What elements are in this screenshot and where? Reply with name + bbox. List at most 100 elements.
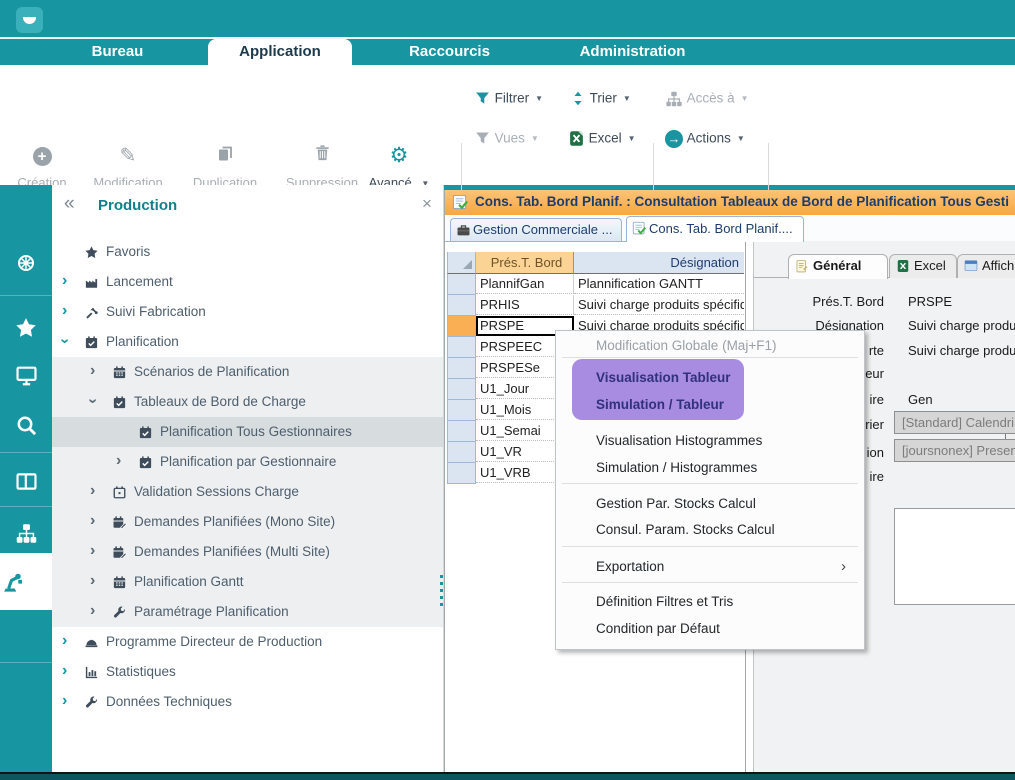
sidebar-item-suivi-fabrication[interactable]: › Suivi Fabrication [52, 297, 443, 327]
tab-gestion-commerciale[interactable]: Gestion Commerciale ... [450, 218, 622, 241]
menu-item-exportation[interactable]: Exportation [596, 558, 846, 576]
chevron-right-icon[interactable]: › [62, 662, 67, 680]
commentaire-textarea[interactable] [894, 508, 1015, 605]
tab-general[interactable]: Général [788, 254, 888, 279]
row-selector[interactable] [447, 274, 476, 295]
search-icon[interactable] [0, 403, 52, 447]
sidebar-item-demandes-planifiees-multi-site[interactable]: › Demandes Planifiées (Multi Site) [52, 537, 443, 567]
acces-a-button[interactable]: Accès à▼ [665, 88, 749, 108]
column-header-designation[interactable]: Désignation [574, 252, 744, 274]
sidebar-item-planification[interactable]: › Planification [52, 327, 443, 357]
ribbon-tab-application[interactable]: Application [208, 39, 352, 65]
menu-item-definition-filtres-tris[interactable]: Définition Filtres et Tris [596, 593, 846, 611]
menu-item-gestion-par-stocks-calcul[interactable]: Gestion Par. Stocks Calcul [596, 495, 846, 513]
chevron-right-icon[interactable]: › [62, 692, 67, 710]
tab-cons-tab-bord-planif[interactable]: Cons. Tab. Bord Planif.... [626, 216, 804, 242]
document-title: Cons. Tab. Bord Planif. : Consultation T… [475, 194, 1009, 209]
chevron-right-icon[interactable]: › [62, 302, 67, 320]
favorites-star-icon[interactable] [0, 305, 52, 349]
menu-separator [562, 357, 858, 358]
calendrier-input[interactable]: [Standard] Calendri [894, 411, 1015, 434]
app-logo-icon[interactable] [16, 7, 43, 33]
sidebar-item-validation-sessions-charge[interactable]: › Validation Sessions Charge [52, 477, 443, 507]
row-selector[interactable] [447, 295, 476, 316]
trier-button[interactable]: Trier▼ [570, 88, 631, 108]
gear-icon: ⚙ [360, 143, 438, 169]
dropdown-arrow-icon: ▼ [623, 94, 631, 103]
filtrer-button[interactable]: Filtrer▼ [474, 88, 543, 108]
chevron-right-icon[interactable]: › [90, 482, 95, 500]
vues-button[interactable]: Vues▼ [474, 128, 539, 148]
context-menu: Modification Globale (Maj+F1) Visualisat… [555, 330, 865, 650]
sidebar-item-tableaux-bord-charge[interactable]: › Tableaux de Bord de Charge [52, 387, 443, 417]
select-all-triangle-icon [463, 260, 472, 269]
chevron-right-icon[interactable]: › [90, 542, 95, 560]
row-selector[interactable] [447, 358, 476, 379]
ribbon-tab-raccourcis[interactable]: Raccourcis [392, 39, 507, 65]
production-module-tile[interactable] [0, 553, 52, 610]
chevron-right-icon[interactable]: › [62, 632, 67, 650]
row-selector[interactable] [447, 463, 476, 484]
field-value-designation-courte: Suivi charge produi [908, 343, 1015, 358]
sidebar-item-statistiques[interactable]: › Statistiques [52, 657, 443, 687]
ribbon-tab-administration[interactable]: Administration [560, 39, 705, 65]
ribbon-body: + Création ✎ Modification Duplication Su… [0, 65, 1015, 185]
menu-item-visualisation-histogrammes[interactable]: Visualisation Histogrammes [596, 432, 846, 450]
close-panel-icon[interactable]: × [422, 194, 432, 214]
tab-excel[interactable]: Excel [889, 254, 957, 278]
excel-icon [896, 259, 910, 273]
menu-item-visualisation-tableur[interactable]: Visualisation Tableur [596, 369, 846, 387]
row-selector[interactable] [447, 379, 476, 400]
panel-splitter-handle[interactable] [440, 575, 443, 607]
sidebar-item-favoris[interactable]: Favoris [52, 237, 443, 267]
menu-item-simulation-histogrammes[interactable]: Simulation / Histogrammes [596, 459, 846, 477]
dropdown-arrow-icon: ▼ [741, 94, 749, 103]
arrow-circle-icon: → [665, 130, 683, 148]
sitemap-icon[interactable] [0, 511, 52, 555]
field-value-pres-t-bord: PRSPE [908, 294, 1015, 309]
submenu-arrow-icon: › [841, 558, 846, 575]
ribbon-tab-bureau[interactable]: Bureau [60, 39, 175, 65]
sidebar-item-scenarios-planification[interactable]: › Scénarios de Planification [52, 357, 443, 387]
sidebar-item-demandes-planifiees-mono-site[interactable]: › Demandes Planifiées (Mono Site) [52, 507, 443, 537]
row-selector[interactable] [447, 337, 476, 358]
sidebar-item-planification-gantt[interactable]: › Planification Gantt [52, 567, 443, 597]
chevron-right-icon[interactable]: › [90, 512, 95, 530]
menu-item-condition-par-defaut[interactable]: Condition par Défaut [596, 620, 846, 638]
menu-item-modification-globale[interactable]: Modification Globale (Maj+F1) [596, 337, 846, 355]
row-selector[interactable] [447, 421, 476, 442]
sidebar-item-planification-par-gestionnaire[interactable]: › Planification par Gestionnaire [52, 447, 443, 477]
presentation-input[interactable]: [joursnonex] Presen [894, 439, 1015, 462]
row-selector[interactable] [447, 400, 476, 421]
sidebar-item-planification-tous-gestionnaires[interactable]: Planification Tous Gestionnaires [52, 417, 443, 447]
chevron-down-icon[interactable]: › [56, 338, 74, 343]
sidebar-item-donnees-techniques[interactable]: › Données Techniques [52, 687, 443, 717]
chevron-right-icon[interactable]: › [90, 602, 95, 620]
chevron-right-icon[interactable]: › [90, 362, 95, 380]
chevron-right-icon[interactable]: › [62, 272, 67, 290]
menu-item-consul-param-stocks-calcul[interactable]: Consul. Param. Stocks Calcul [596, 521, 846, 539]
chevron-right-icon[interactable]: › [116, 452, 121, 470]
column-header-pres-t-bord[interactable]: Prés.T. Bord [476, 252, 574, 274]
hammer-icon [84, 305, 99, 320]
row-selector[interactable] [447, 316, 476, 337]
collapse-panel-icon[interactable]: « [64, 193, 75, 215]
actions-button[interactable]: → Actions▼ [665, 128, 745, 148]
sidebar-item-parametrage-planification[interactable]: › Paramétrage Planification [52, 597, 443, 627]
sidebar-item-programme-directeur[interactable]: › Programme Directeur de Production [52, 627, 443, 657]
module-rail [0, 185, 52, 780]
chevron-right-icon[interactable]: › [90, 572, 95, 590]
excel-button[interactable]: Excel▼ [568, 128, 636, 148]
hardhat-icon [84, 635, 99, 650]
menu-item-simulation-tableur[interactable]: Simulation / Tableur [596, 396, 846, 414]
dropdown-arrow-icon: ▼ [737, 134, 745, 143]
tab-affichage[interactable]: Affich [957, 254, 1015, 278]
row-selector[interactable] [447, 442, 476, 463]
chevron-down-icon[interactable]: › [84, 398, 102, 403]
sidebar-item-lancement[interactable]: › Lancement [52, 267, 443, 297]
settings-wheel-icon[interactable] [0, 241, 52, 285]
desktop-monitor-icon[interactable] [0, 353, 52, 397]
columns-panel-icon[interactable] [0, 459, 52, 503]
select-all-cell[interactable] [447, 252, 476, 274]
ribbon-tab-bar: Bureau Application Raccourcis Administra… [0, 39, 1015, 65]
